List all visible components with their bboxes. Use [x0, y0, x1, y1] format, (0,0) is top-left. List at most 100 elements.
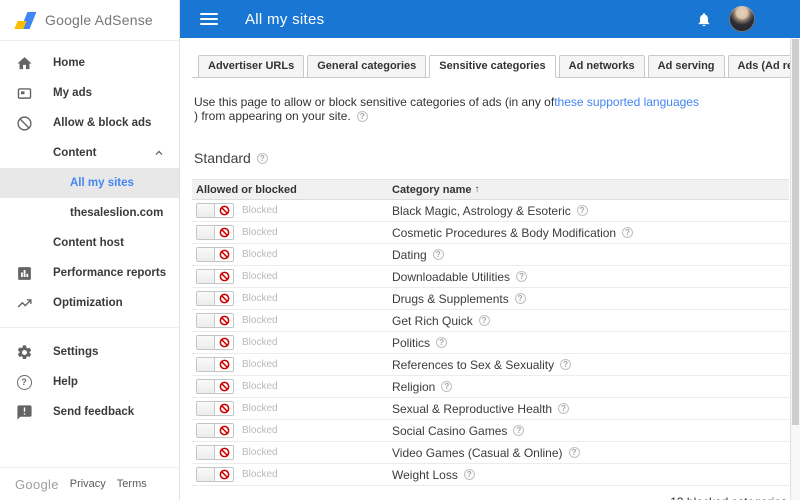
help-icon[interactable]: ?	[516, 271, 528, 282]
sidebar-item-content[interactable]: Content	[0, 138, 179, 168]
status-label: Blocked	[242, 403, 278, 414]
table-row: Blocked References to Sex & Sexuality?	[192, 354, 789, 376]
page-title: All my sites	[245, 10, 325, 28]
chevron-up-icon	[153, 147, 165, 159]
status-label: Blocked	[242, 425, 278, 436]
help-icon[interactable]: ?	[356, 110, 368, 122]
block-toggle[interactable]	[196, 203, 234, 218]
intro-text: Use this page to allow or block sensitiv…	[194, 95, 699, 123]
content: Advertiser URLs General categories Sensi…	[180, 38, 800, 500]
block-icon	[15, 114, 33, 132]
tab-ad-serving[interactable]: Ad serving	[647, 55, 725, 78]
help-icon[interactable]: ?	[441, 381, 453, 392]
block-toggle[interactable]	[196, 291, 234, 306]
privacy-link[interactable]: Privacy	[70, 478, 106, 490]
table-row: Blocked Cosmetic Procedures & Body Modif…	[192, 222, 789, 244]
standard-section-title: Standard ?	[194, 150, 788, 166]
table-row: Blocked Black Magic, Astrology & Esoteri…	[192, 200, 789, 222]
scrollbar-thumb[interactable]	[792, 39, 799, 425]
help-icon[interactable]: ?	[436, 337, 448, 348]
table-row: Blocked Drugs & Supplements?	[192, 288, 789, 310]
status-label: Blocked	[242, 447, 278, 458]
blocked-count: 13 blocked categories	[192, 486, 789, 500]
tab-ad-networks[interactable]: Ad networks	[558, 55, 645, 78]
category-name: Politics	[392, 335, 431, 350]
hamburger-icon[interactable]	[200, 13, 218, 25]
sidebar-item-home[interactable]: Home	[0, 48, 179, 78]
sidebar-item-thesaleslion[interactable]: thesaleslion.com	[0, 198, 179, 228]
supported-languages-link[interactable]: these supported languages	[554, 95, 699, 109]
my-ads-icon	[15, 84, 33, 102]
block-toggle[interactable]	[196, 423, 234, 438]
blocked-icon	[219, 271, 230, 282]
table-row: Blocked Dating?	[192, 244, 789, 266]
block-toggle[interactable]	[196, 313, 234, 328]
adsense-logo-text: Google AdSense	[45, 12, 153, 28]
status-label: Blocked	[242, 271, 278, 282]
category-name: Dating	[392, 247, 427, 262]
help-icon[interactable]: ?	[463, 469, 475, 480]
bar-chart-icon	[15, 264, 33, 282]
block-toggle[interactable]	[196, 247, 234, 262]
block-toggle[interactable]	[196, 225, 234, 240]
help-icon[interactable]: ?	[256, 152, 268, 164]
block-toggle[interactable]	[196, 445, 234, 460]
sidebar-item-allow-block-ads[interactable]: Allow & block ads	[0, 108, 179, 138]
help-icon[interactable]: ?	[513, 425, 525, 436]
help-icon[interactable]: ?	[432, 249, 444, 260]
status-label: Blocked	[242, 359, 278, 370]
column-allowed-or-blocked: Allowed or blocked	[196, 183, 297, 196]
sidebar-divider	[0, 327, 179, 328]
block-toggle[interactable]	[196, 401, 234, 416]
blocked-icon	[219, 359, 230, 370]
category-name: Drugs & Supplements	[392, 291, 509, 306]
sidebar-item-optimization[interactable]: Optimization	[0, 288, 179, 318]
help-icon[interactable]: ?	[514, 293, 526, 304]
block-toggle[interactable]	[196, 379, 234, 394]
sidebar-item-my-ads[interactable]: My ads	[0, 78, 179, 108]
table-row: Blocked Social Casino Games?	[192, 420, 789, 442]
bell-icon[interactable]	[696, 11, 712, 28]
help-icon[interactable]: ?	[622, 227, 634, 238]
help-icon[interactable]: ?	[560, 359, 572, 370]
status-label: Blocked	[242, 381, 278, 392]
category-name: Religion	[392, 379, 436, 394]
category-name: Social Casino Games	[392, 423, 508, 438]
tab-advertiser-urls[interactable]: Advertiser URLs	[198, 55, 305, 78]
table-row: Blocked Politics?	[192, 332, 789, 354]
blocked-icon	[219, 425, 230, 436]
block-toggle[interactable]	[196, 335, 234, 350]
sidebar-item-send-feedback[interactable]: Send feedback	[0, 397, 179, 427]
sidebar-item-content-host[interactable]: Content host	[0, 228, 179, 258]
tab-sensitive-categories[interactable]: Sensitive categories	[429, 55, 556, 78]
avatar[interactable]	[729, 6, 755, 32]
block-toggle[interactable]	[196, 357, 234, 372]
tab-general-categories[interactable]: General categories	[307, 55, 427, 78]
table-row: Blocked Video Games (Casual & Online)?	[192, 442, 789, 464]
table-row: Blocked Weight Loss?	[192, 464, 789, 486]
table-header: Allowed or blocked Category name ↑	[192, 179, 789, 200]
sidebar-nav: Home My ads Allow & block ads Content Al…	[0, 41, 179, 467]
help-icon[interactable]: ?	[558, 403, 570, 414]
help-icon[interactable]: ?	[568, 447, 580, 458]
blocked-icon	[219, 447, 230, 458]
terms-link[interactable]: Terms	[117, 478, 147, 490]
block-toggle[interactable]	[196, 467, 234, 482]
help-icon[interactable]: ?	[576, 205, 588, 216]
scrollbar-track[interactable]	[790, 38, 800, 500]
sidebar: Google AdSense Home My ads Allow & block…	[0, 0, 180, 500]
sidebar-item-settings[interactable]: Settings	[0, 337, 179, 367]
table-row: Blocked Religion?	[192, 376, 789, 398]
column-category-name[interactable]: Category name ↑	[392, 184, 789, 196]
help-icon[interactable]: ?	[478, 315, 490, 326]
status-label: Blocked	[242, 249, 278, 260]
blocked-icon	[219, 205, 230, 216]
block-toggle[interactable]	[196, 269, 234, 284]
blocked-icon	[219, 227, 230, 238]
sidebar-item-performance-reports[interactable]: Performance reports	[0, 258, 179, 288]
google-wordmark: Google	[15, 476, 59, 492]
table-row: Blocked Get Rich Quick?	[192, 310, 789, 332]
sidebar-item-all-my-sites[interactable]: All my sites	[0, 168, 179, 198]
sidebar-item-help[interactable]: ? Help	[0, 367, 179, 397]
sidebar-footer: Google Privacy Terms	[0, 467, 179, 500]
